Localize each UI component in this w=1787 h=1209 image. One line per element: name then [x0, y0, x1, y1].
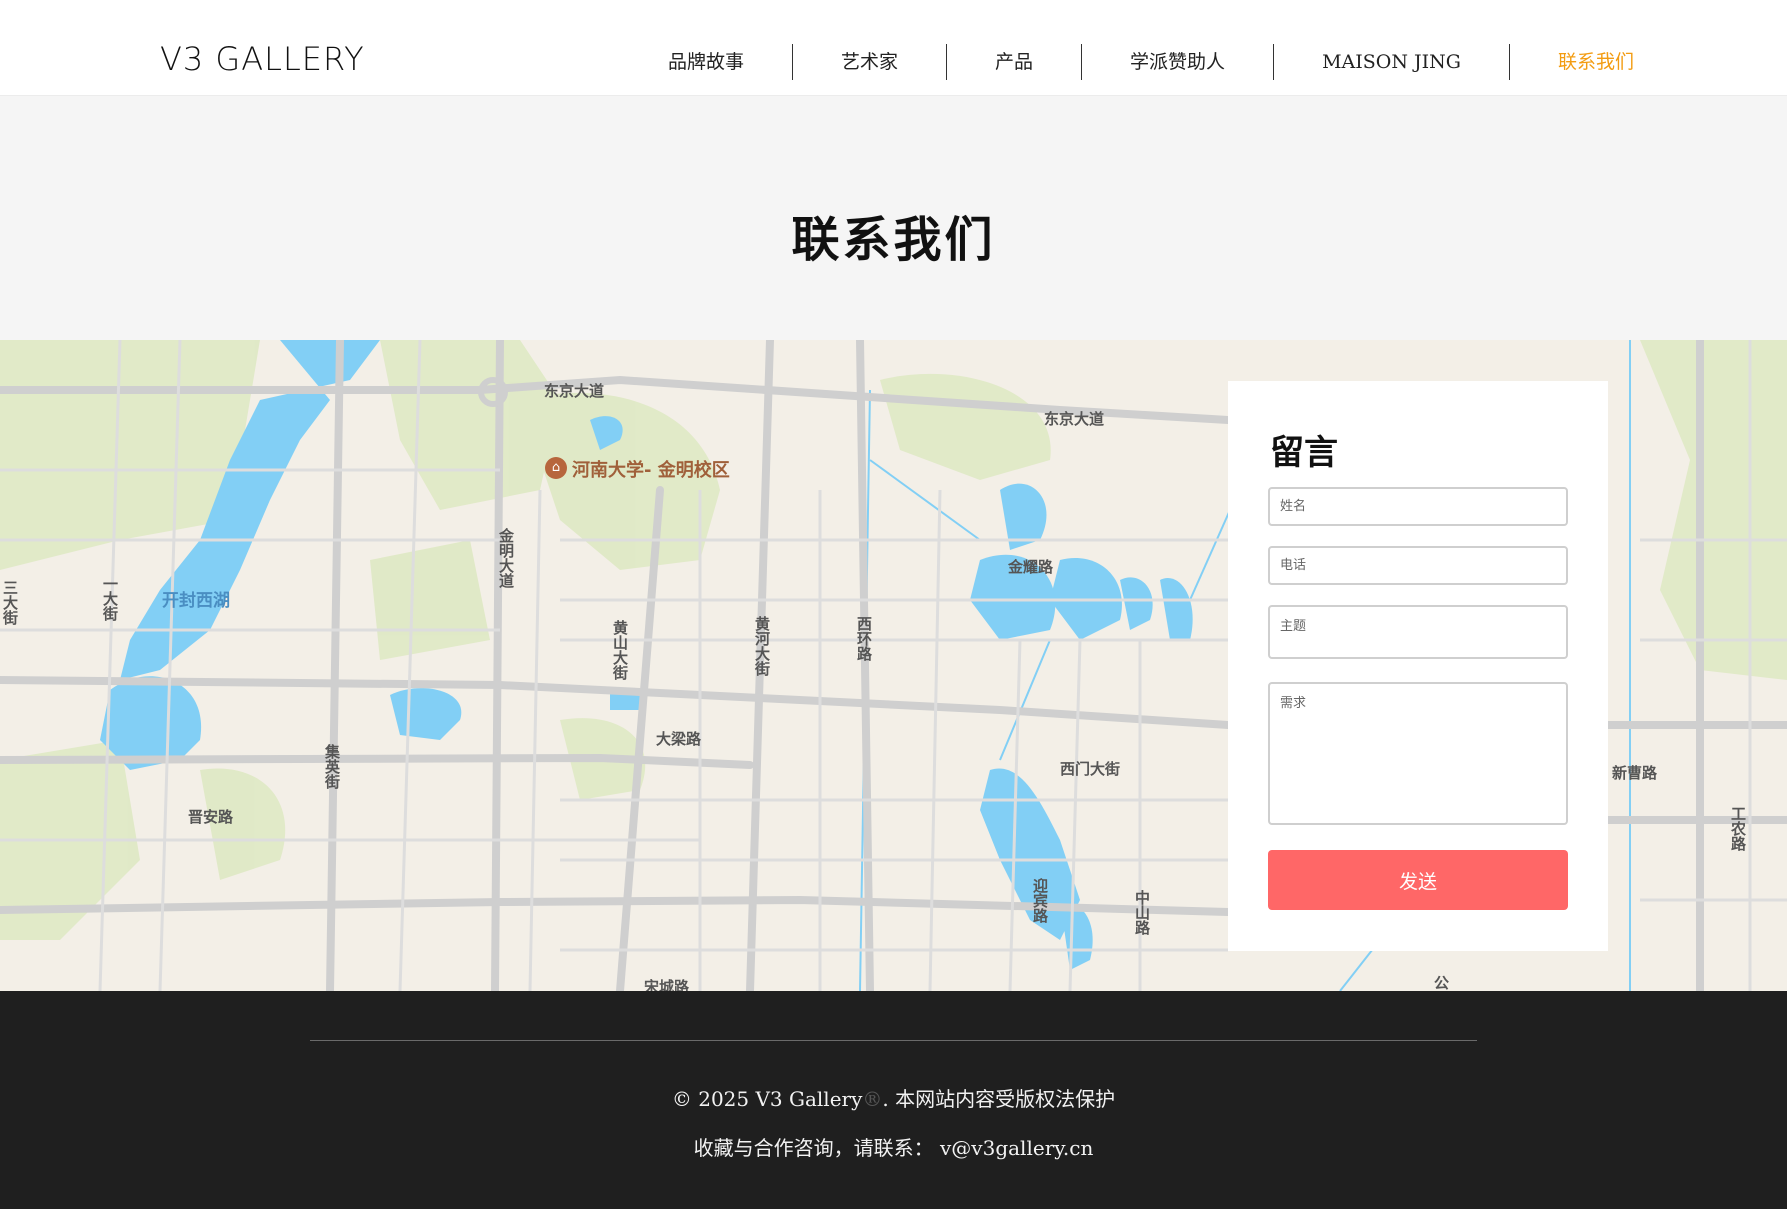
- copyright-prefix: © 2025 V3 Gallery: [671, 1087, 863, 1111]
- site-logo[interactable]: V3 GALLERY: [160, 40, 365, 78]
- message-form: 留言 发送: [1228, 381, 1608, 951]
- site-footer: © 2025 V3 Gallery®. 本网站内容受版权法保护 收藏与合作咨询，…: [0, 991, 1787, 1209]
- nav-item-products[interactable]: 产品: [947, 44, 1083, 80]
- nav-item-brand-story[interactable]: 品牌故事: [620, 44, 794, 80]
- form-title: 留言: [1270, 433, 1338, 473]
- registered-mark: ®: [862, 1087, 883, 1111]
- map-label-yingbin-road: 迎宾路: [1031, 878, 1049, 923]
- map-label-san-street: 三大街: [1, 580, 19, 625]
- map-label-kaifeng-west-lake: 开封西湖: [162, 591, 230, 611]
- map-label-daliang-road: 大梁路: [656, 730, 702, 748]
- map-label-dongjing-avenue-2: 东京大道: [1044, 410, 1105, 428]
- page-title: 联系我们: [791, 212, 996, 268]
- nav-item-artists[interactable]: 艺术家: [793, 44, 948, 80]
- map-label-huanghe-street: 黄河大街: [753, 616, 771, 676]
- map-label-zhongshan-road: 中山路: [1133, 890, 1151, 935]
- footer-divider: [310, 1040, 1477, 1041]
- map-label-jiying-street: 集英街: [323, 744, 341, 789]
- map-label-jinyao-road: 金耀路: [1008, 558, 1054, 576]
- map-label-gongnong-road: 工农路: [1729, 806, 1747, 851]
- name-input[interactable]: [1268, 487, 1568, 526]
- subject-input[interactable]: [1268, 605, 1568, 659]
- contact-email-text[interactable]: 收藏与合作咨询，请联系： v@v3gallery.cn: [0, 1132, 1787, 1161]
- copyright-suffix: . 本网站内容受版权法保护: [882, 1087, 1116, 1111]
- nav-item-maison-jing[interactable]: MAISON JING: [1274, 44, 1510, 80]
- send-button[interactable]: 发送: [1268, 850, 1568, 910]
- map-label-ximen-street: 西门大街: [1060, 760, 1121, 778]
- nav-item-contact[interactable]: 联系我们: [1510, 44, 1682, 80]
- hero-banner: 联系我们: [0, 96, 1787, 340]
- main-nav: 品牌故事 艺术家 产品 学派赞助人 MAISON JING 联系我们: [620, 44, 1682, 80]
- map-label-xihuan-road: 西环路: [855, 616, 873, 661]
- map-label-huangshan-street: 黄山大街: [611, 620, 629, 680]
- map-label-songcheng-road: 宋城路: [644, 978, 690, 991]
- map-label-jinming-avenue: 金明大道: [497, 528, 515, 588]
- university-icon: ⌂: [545, 457, 567, 479]
- map-label-dongjing-avenue-1: 东京大道: [544, 382, 605, 400]
- site-header: V3 GALLERY 品牌故事 艺术家 产品 学派赞助人 MAISON JING…: [0, 0, 1787, 96]
- requirement-textarea[interactable]: [1268, 682, 1568, 825]
- phone-input[interactable]: [1268, 546, 1568, 585]
- copyright-text: © 2025 V3 Gallery®. 本网站内容受版权法保护: [0, 1083, 1787, 1112]
- map-label-yi-street: 一大街: [101, 576, 119, 621]
- map-label-jinan-road: 晋安路: [188, 808, 234, 826]
- nav-item-patrons[interactable]: 学派赞助人: [1082, 44, 1275, 80]
- map-label-henan-university[interactable]: 河南大学- 金明校区: [572, 456, 730, 482]
- map-label-xincao-road: 新曹路: [1612, 764, 1658, 782]
- map-label-gong: 公: [1434, 974, 1450, 991]
